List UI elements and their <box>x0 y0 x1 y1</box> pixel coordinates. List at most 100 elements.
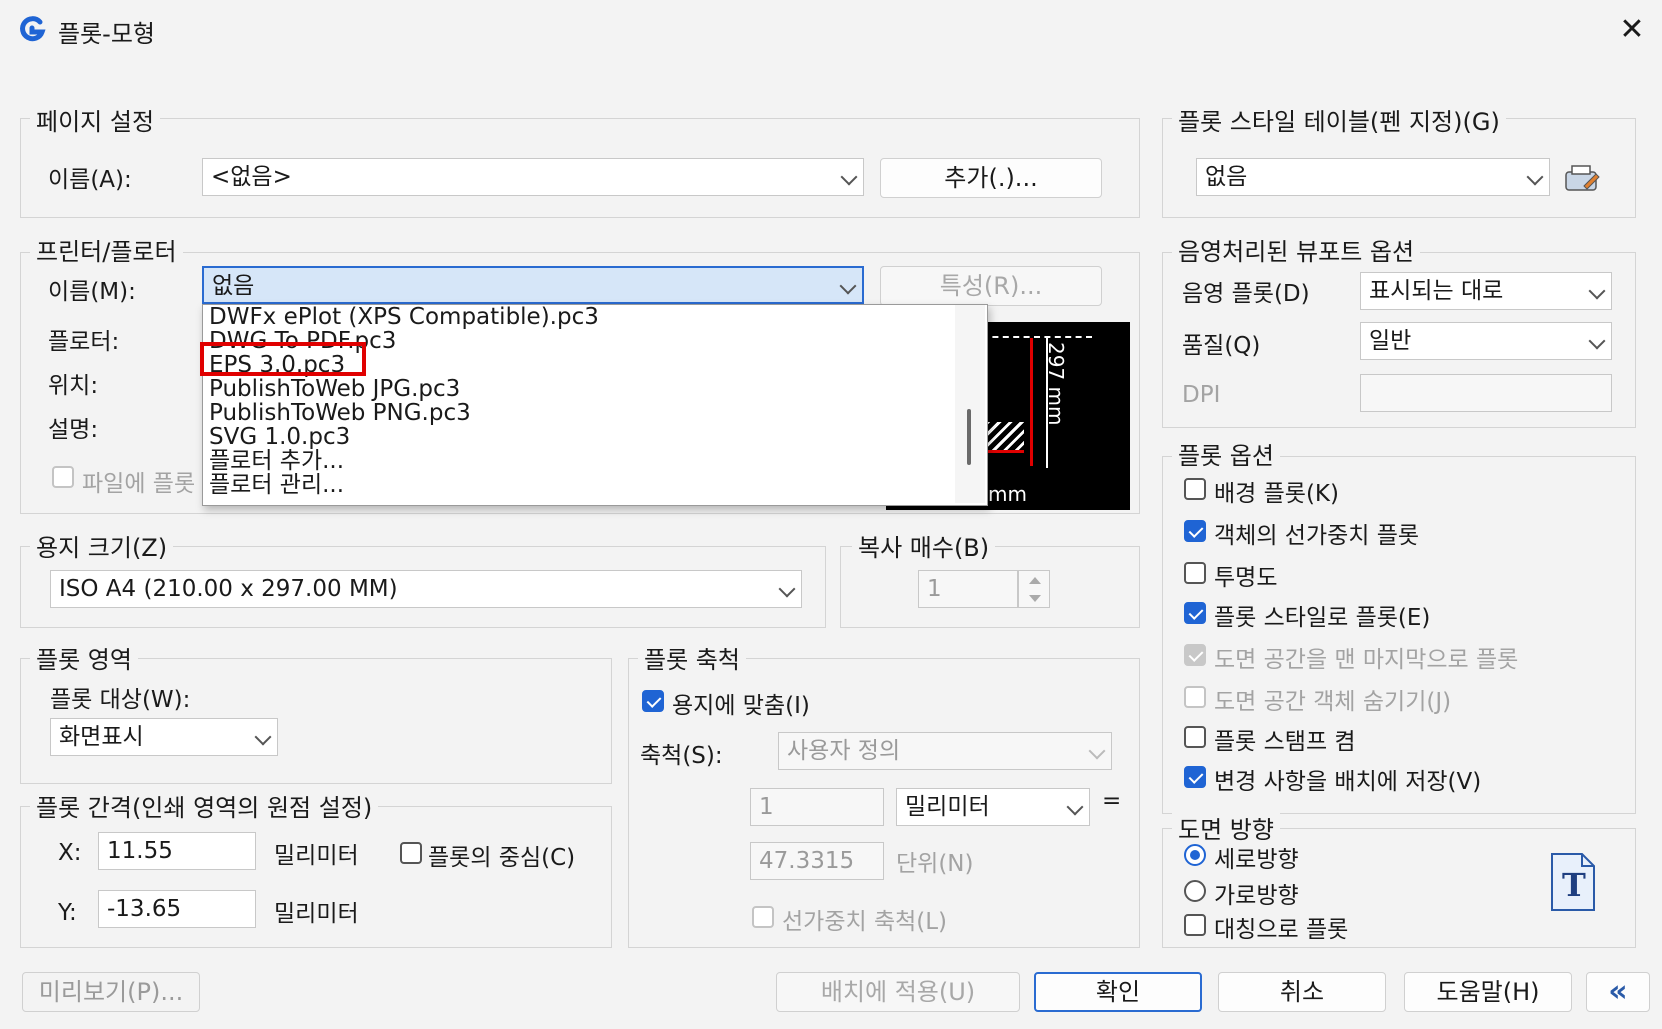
plot-style-combo[interactable]: 없음 <box>1196 158 1550 196</box>
lineweight-scale-checkbox[interactable] <box>752 906 774 928</box>
plot-stamp-checkbox[interactable] <box>1184 726 1206 748</box>
plot-offset-legend: 플롯 간격(인쇄 영역의 원점 설정) <box>30 788 379 823</box>
orientation-letter: T <box>1562 866 1586 904</box>
dropdown-item[interactable]: SVG 1.0.pc3 <box>209 425 350 449</box>
chevron-down-icon <box>1588 332 1606 350</box>
transparency-label: 투명도 <box>1214 565 1278 591</box>
quality-value: 일반 <box>1369 328 1412 354</box>
plot-what-value: 화면표시 <box>59 724 144 750</box>
dropdown-item[interactable]: 플로터 추가... <box>209 449 344 473</box>
plot-scale-legend: 플롯 축척 <box>638 640 746 675</box>
offset-y-unit: 밀리미터 <box>274 901 359 927</box>
spin-down-icon[interactable] <box>1029 595 1041 602</box>
edit-plot-style-icon[interactable] <box>1562 160 1602 198</box>
background-plot-checkbox[interactable] <box>1184 478 1206 500</box>
page-setup-name-combo[interactable]: <없음> <box>202 158 864 196</box>
plotter-label: 플로터: <box>48 329 120 355</box>
scale-equals: = <box>1102 788 1122 814</box>
center-plot-label: 플롯의 중심(C) <box>428 845 576 871</box>
collapse-button[interactable]: « <box>1586 972 1650 1012</box>
paper-size-combo[interactable]: ISO A4 (210.00 x 297.00 MM) <box>50 570 802 608</box>
scale-label: 축척(S): <box>640 743 723 769</box>
upside-down-checkbox[interactable] <box>1184 914 1206 936</box>
offset-y-input[interactable]: -13.65 <box>98 890 256 928</box>
chevron-down-icon <box>840 168 858 186</box>
cancel-button[interactable]: 취소 <box>1218 972 1386 1012</box>
copies-input[interactable]: 1 <box>918 570 1018 608</box>
printer-name-value: 없음 <box>212 273 255 299</box>
printer-name-label: 이름(M): <box>48 279 136 305</box>
lineweight-scale-label: 선가중치 축척(L) <box>782 909 948 935</box>
plot-options-legend: 플롯 옵션 <box>1172 436 1280 471</box>
landscape-radio[interactable] <box>1184 880 1206 902</box>
preview-hatch <box>986 422 1024 453</box>
page-setup-name-value: <없음> <box>211 164 292 190</box>
plot-what-combo[interactable]: 화면표시 <box>50 718 278 756</box>
shade-plot-value: 표시되는 대로 <box>1369 278 1504 304</box>
background-plot-label: 배경 플롯(K) <box>1214 481 1339 507</box>
scale-value2-input[interactable]: 47.3315 <box>750 842 884 880</box>
scrollbar-thumb[interactable] <box>967 409 971 465</box>
preview-button[interactable]: 미리보기(P)... <box>22 972 200 1012</box>
scale-value1-input[interactable]: 1 <box>750 788 884 826</box>
dropdown-item[interactable]: PublishToWeb JPG.pc3 <box>209 377 460 401</box>
plot-style-value: 없음 <box>1205 164 1248 190</box>
save-to-layout-checkbox[interactable] <box>1184 766 1206 788</box>
page-setup-name-label: 이름(A): <box>48 167 132 193</box>
close-icon[interactable]: ✕ <box>1614 12 1650 48</box>
dropdown-scrollbar[interactable] <box>955 305 985 503</box>
plot-paperspace-last-label: 도면 공간을 맨 마지막으로 플롯 <box>1214 647 1519 673</box>
paper-size-legend: 용지 크기(Z) <box>30 528 174 563</box>
plot-what-label: 플롯 대상(W): <box>50 687 191 713</box>
copies-spinner[interactable] <box>1018 570 1050 608</box>
dpi-input[interactable] <box>1360 374 1612 412</box>
landscape-label: 가로방향 <box>1214 883 1299 909</box>
printer-properties-button[interactable]: 특성(R)... <box>880 266 1102 306</box>
offset-x-label: X: <box>58 840 82 866</box>
title-bar <box>0 0 1662 60</box>
plot-area-legend: 플롯 영역 <box>30 640 138 675</box>
page-setup-add-button[interactable]: 추가(.)... <box>880 158 1102 198</box>
dropdown-item[interactable]: 플로터 관리... <box>209 473 344 497</box>
dropdown-item[interactable]: DWFx ePlot (XPS Compatible).pc3 <box>209 305 599 329</box>
plot-to-file-checkbox[interactable] <box>52 466 74 488</box>
ok-button[interactable]: 확인 <box>1034 972 1202 1012</box>
plot-options-group <box>1162 456 1636 814</box>
copies-legend: 복사 매수(B) <box>852 528 996 563</box>
fit-to-paper-checkbox[interactable] <box>642 690 664 712</box>
help-button[interactable]: 도움말(H) <box>1404 972 1572 1012</box>
offset-x-input[interactable]: 11.55 <box>98 832 256 870</box>
printer-name-combo[interactable]: 없음 <box>202 266 864 304</box>
window-title: 플롯-모형 <box>58 20 155 48</box>
transparency-checkbox[interactable] <box>1184 562 1206 584</box>
plot-with-styles-checkbox[interactable] <box>1184 602 1206 624</box>
portrait-label: 세로방향 <box>1214 847 1299 873</box>
apply-to-layout-button[interactable]: 배치에 적용(U) <box>776 972 1020 1012</box>
preview-sheet <box>982 336 1092 480</box>
paper-size-value: ISO A4 (210.00 x 297.00 MM) <box>59 576 398 602</box>
save-to-layout-label: 변경 사항을 배치에 저장(V) <box>1214 769 1482 795</box>
shaded-viewport-legend: 음영처리된 뷰포트 옵션 <box>1172 232 1421 267</box>
dropdown-item[interactable]: PublishToWeb PNG.pc3 <box>209 401 471 425</box>
hide-paperspace-checkbox[interactable] <box>1184 686 1206 708</box>
chevron-down-icon <box>1066 798 1084 816</box>
scale-value: 사용자 정의 <box>787 738 901 764</box>
quality-combo[interactable]: 일반 <box>1360 322 1612 360</box>
spin-up-icon[interactable] <box>1029 577 1041 584</box>
chevron-down-icon <box>839 277 857 295</box>
scale-combo[interactable]: 사용자 정의 <box>778 732 1112 770</box>
chevron-down-icon <box>1526 168 1544 186</box>
quality-label: 품질(Q) <box>1182 333 1261 359</box>
scale-unit-combo[interactable]: 밀리미터 <box>896 788 1090 826</box>
shade-plot-label: 음영 플롯(D) <box>1182 281 1310 307</box>
app-logo-icon <box>20 16 46 42</box>
printer-dropdown-list: DWFx ePlot (XPS Compatible).pc3 DWG To P… <box>202 304 988 506</box>
plot-paperspace-last-checkbox[interactable] <box>1184 644 1206 666</box>
units-label: 단위(N) <box>896 851 974 877</box>
plot-lineweights-checkbox[interactable] <box>1184 520 1206 542</box>
plot-style-legend: 플롯 스타일 테이블(펜 지정)(G) <box>1172 102 1506 137</box>
center-plot-checkbox[interactable] <box>400 842 422 864</box>
shade-plot-combo[interactable]: 표시되는 대로 <box>1360 272 1612 310</box>
portrait-radio[interactable] <box>1184 844 1206 866</box>
offset-x-unit: 밀리미터 <box>274 843 359 869</box>
